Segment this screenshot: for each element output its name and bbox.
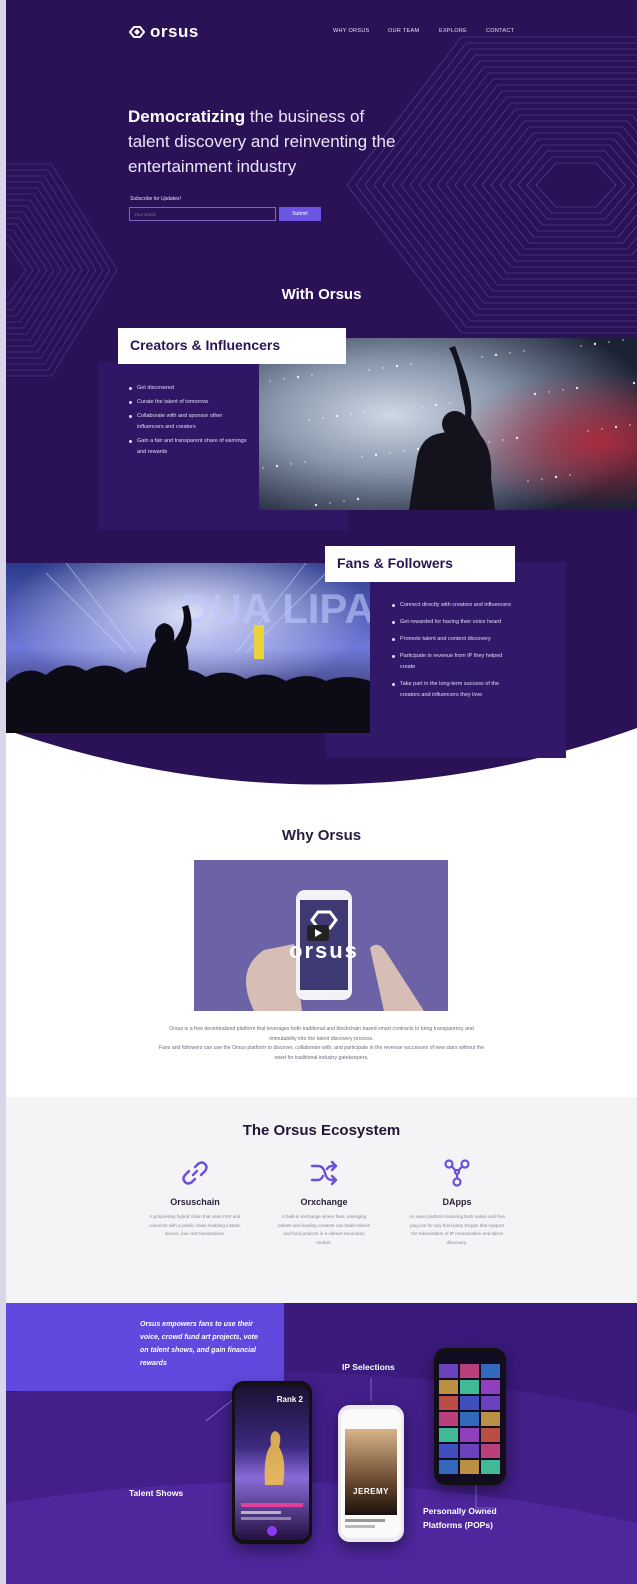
- hero-headline-bold: Democratizing: [128, 107, 246, 126]
- fans-title: Fans & Followers: [337, 555, 453, 571]
- phone-pops: [434, 1348, 506, 1485]
- eco-desc: A built-in exchange where fans, emerging…: [278, 1214, 370, 1245]
- hero-headline: Democratizing the business of talent dis…: [128, 104, 408, 179]
- why-desc-1: Orsus is a free decentralized platform t…: [169, 1026, 474, 1042]
- ecosystem-title: The Orsus Ecosystem: [242, 1122, 401, 1139]
- pops-screen: [437, 1352, 503, 1481]
- why-orsus-title: Why Orsus: [281, 827, 362, 844]
- list-item: Participate in revenue from IP they help…: [391, 651, 519, 673]
- page: orsus WHY ORSUS OUR TEAM EXPLORE CONTACT…: [6, 0, 637, 1584]
- ip-selection-screen: JEREMY: [341, 1409, 401, 1538]
- list-item: Connect directly with creators and influ…: [391, 600, 519, 611]
- list-item: Get rewarded for having their voice hear…: [391, 617, 519, 628]
- creators-benefits-list: Get discovered Curate the talent of tomo…: [128, 383, 248, 461]
- showcase-quote: Orsus empowers fans to use their voice, …: [140, 1321, 258, 1367]
- fans-benefits-list: Connect directly with creators and influ…: [391, 600, 519, 707]
- email-field[interactable]: [129, 207, 276, 221]
- talent-show-screen: Rank 2: [235, 1385, 309, 1540]
- list-item: Curate the talent of tomorrow: [128, 397, 248, 408]
- placeholder-line: [345, 1525, 375, 1528]
- eco-name: Orsuschain: [170, 1197, 220, 1207]
- list-item: Take part in the long-term success of th…: [391, 679, 519, 701]
- subscribe-label: Subscribe for Updates!: [130, 196, 181, 202]
- eco-item-dapps: DApps An open platform featuring both na…: [402, 1157, 512, 1247]
- phone-ip-selections: JEREMY: [338, 1405, 404, 1542]
- label-pops: Personally Owned Platforms (POPs): [423, 1506, 497, 1530]
- performer-silhouette: [241, 1431, 303, 1536]
- brand-name: orsus: [150, 22, 199, 41]
- video-brand-text: orsus: [289, 938, 359, 963]
- why-desc-2: Fans and followers can use the Orsus pla…: [158, 1045, 485, 1061]
- eco-name: DApps: [442, 1197, 472, 1207]
- list-item: Promote talent and content discovery: [391, 634, 519, 645]
- label-talent-shows: Talent Shows: [129, 1488, 184, 1498]
- shuffle-icon: [310, 1160, 338, 1186]
- eco-name: Orxchange: [300, 1197, 348, 1207]
- play-icon[interactable]: [307, 925, 329, 941]
- list-item: Gain a fair and transparent share of ear…: [128, 436, 248, 458]
- chain-link-icon: [182, 1161, 208, 1185]
- top-nav: orsus WHY ORSUS OUR TEAM EXPLORE CONTACT: [6, 0, 637, 60]
- label-ip-selections: IP Selections: [342, 1362, 395, 1372]
- nav-explore[interactable]: EXPLORE: [439, 28, 467, 34]
- why-description: Orsus is a free decentralized platform t…: [156, 1025, 487, 1063]
- brand-logo[interactable]: orsus: [128, 22, 199, 42]
- concert-crowd-image: DUA LIPA: [6, 563, 370, 733]
- eco-item-orxchange: Orxchange A built-in exchange where fans…: [269, 1157, 379, 1247]
- eco-desc: A proprietary hybrid chain that uses PoS…: [149, 1214, 241, 1236]
- placeholder-line: [345, 1519, 385, 1522]
- orsus-logo-icon: [128, 26, 146, 38]
- nav-why-orsus[interactable]: WHY ORSUS: [333, 28, 370, 34]
- pops-content-grid: [439, 1364, 500, 1474]
- artist-photo: [345, 1429, 397, 1515]
- artist-name: JEREMY: [353, 1487, 389, 1496]
- nav-our-team[interactable]: OUR TEAM: [388, 28, 419, 34]
- list-item: Collaborate with and sponsor other influ…: [128, 411, 248, 433]
- network-nodes-icon: [444, 1159, 470, 1187]
- video-player[interactable]: orsus: [194, 860, 448, 1011]
- creators-title: Creators & Influencers: [130, 337, 281, 353]
- eco-desc: An open platform featuring both native a…: [408, 1214, 506, 1245]
- svg-text:DUA LIPA: DUA LIPA: [181, 585, 370, 632]
- creators-title-card: Creators & Influencers: [118, 328, 346, 364]
- eco-item-orsuschain: Orsuschain A proprietary hybrid chain th…: [140, 1157, 250, 1239]
- list-item: Get discovered: [128, 383, 248, 394]
- nav-contact[interactable]: CONTACT: [486, 28, 514, 34]
- fans-title-card: Fans & Followers: [325, 546, 515, 582]
- with-orsus-title: With Orsus: [281, 286, 362, 303]
- phone-talent-shows: Rank 2: [232, 1381, 312, 1544]
- submit-button[interactable]: Submit: [279, 207, 321, 221]
